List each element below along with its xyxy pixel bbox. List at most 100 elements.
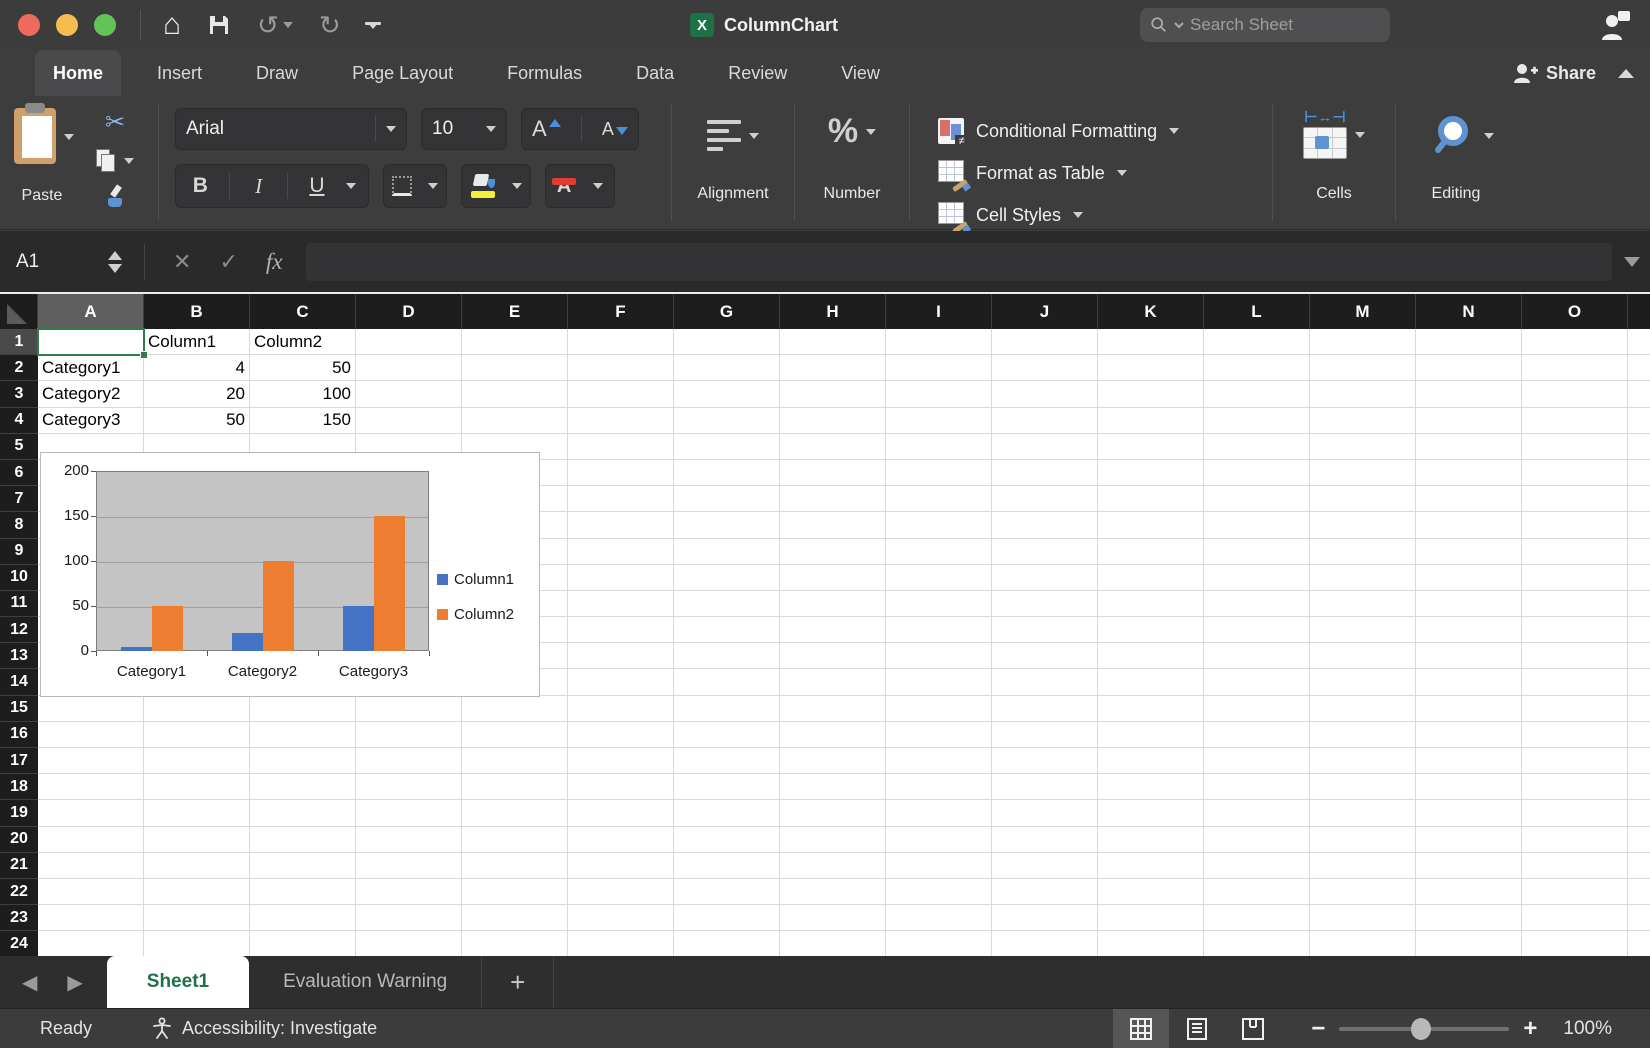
cell-N14[interactable] bbox=[1416, 669, 1522, 695]
cell-L21[interactable] bbox=[1204, 853, 1310, 879]
cell-G23[interactable] bbox=[674, 905, 780, 931]
cell-A4[interactable]: Category3 bbox=[38, 408, 144, 434]
cell-L19[interactable] bbox=[1204, 800, 1310, 826]
cell-K6[interactable] bbox=[1098, 460, 1204, 486]
cell-F6[interactable] bbox=[568, 460, 674, 486]
cell-M17[interactable] bbox=[1310, 748, 1416, 774]
cell-J23[interactable] bbox=[992, 905, 1098, 931]
cell-L15[interactable] bbox=[1204, 696, 1310, 722]
cell-G10[interactable] bbox=[674, 565, 780, 591]
cell-G7[interactable] bbox=[674, 486, 780, 512]
cell-M24[interactable] bbox=[1310, 931, 1416, 957]
cell-M6[interactable] bbox=[1310, 460, 1416, 486]
copy-button[interactable] bbox=[96, 149, 134, 173]
cell-L22[interactable] bbox=[1204, 879, 1310, 905]
collapse-ribbon-icon[interactable] bbox=[1618, 69, 1634, 78]
tab-formulas[interactable]: Formulas bbox=[489, 53, 600, 94]
cell-O16[interactable] bbox=[1522, 722, 1628, 748]
cell-N4[interactable] bbox=[1416, 408, 1522, 434]
cell-D18[interactable] bbox=[356, 774, 462, 800]
zoom-window-button[interactable] bbox=[94, 14, 116, 36]
column-header-C[interactable]: C bbox=[250, 294, 356, 329]
cell-O20[interactable] bbox=[1522, 827, 1628, 853]
cell-A15[interactable] bbox=[38, 696, 144, 722]
cell-H21[interactable] bbox=[780, 853, 886, 879]
cell-K17[interactable] bbox=[1098, 748, 1204, 774]
redo-button[interactable]: ↻ bbox=[319, 12, 341, 38]
cell-J9[interactable] bbox=[992, 539, 1098, 565]
row-header-6[interactable]: 6 bbox=[0, 460, 38, 486]
cell-M14[interactable] bbox=[1310, 669, 1416, 695]
cell-I8[interactable] bbox=[886, 512, 992, 538]
cell-F3[interactable] bbox=[568, 381, 674, 407]
cell-I5[interactable] bbox=[886, 434, 992, 460]
customize-toolbar-icon[interactable] bbox=[367, 22, 379, 29]
cell-N23[interactable] bbox=[1416, 905, 1522, 931]
fill-color-dropdown-icon[interactable] bbox=[512, 183, 522, 189]
cell-J11[interactable] bbox=[992, 591, 1098, 617]
style-dropdown-icon[interactable] bbox=[1117, 170, 1127, 176]
undo-button[interactable]: ↺ bbox=[257, 12, 293, 38]
column-header-A[interactable]: A bbox=[38, 294, 144, 329]
cell-K13[interactable] bbox=[1098, 643, 1204, 669]
tab-draw[interactable]: Draw bbox=[238, 53, 316, 94]
cell-J1[interactable] bbox=[992, 329, 1098, 355]
cell-E3[interactable] bbox=[462, 381, 568, 407]
cell-E4[interactable] bbox=[462, 408, 568, 434]
cell-M23[interactable] bbox=[1310, 905, 1416, 931]
cancel-entry-icon[interactable]: ✕ bbox=[173, 249, 191, 275]
cell-C19[interactable] bbox=[250, 800, 356, 826]
cell-K24[interactable] bbox=[1098, 931, 1204, 957]
cell-I1[interactable] bbox=[886, 329, 992, 355]
cell-K10[interactable] bbox=[1098, 565, 1204, 591]
column-header-G[interactable]: G bbox=[674, 294, 780, 329]
cell-J8[interactable] bbox=[992, 512, 1098, 538]
tab-view[interactable]: View bbox=[823, 53, 898, 94]
cell-J12[interactable] bbox=[992, 617, 1098, 643]
cell-A23[interactable] bbox=[38, 905, 144, 931]
cell-D21[interactable] bbox=[356, 853, 462, 879]
font-name-dropdown-icon[interactable] bbox=[386, 126, 396, 132]
cell-N10[interactable] bbox=[1416, 565, 1522, 591]
cell-L7[interactable] bbox=[1204, 486, 1310, 512]
chart-bar-column2-category2[interactable] bbox=[263, 561, 294, 651]
cell-H18[interactable] bbox=[780, 774, 886, 800]
cell-B2[interactable]: 4 bbox=[144, 355, 250, 381]
cell-I16[interactable] bbox=[886, 722, 992, 748]
cell-I21[interactable] bbox=[886, 853, 992, 879]
undo-dropdown-icon[interactable] bbox=[283, 22, 293, 28]
row-header-8[interactable]: 8 bbox=[0, 512, 38, 538]
cell-M7[interactable] bbox=[1310, 486, 1416, 512]
cell-L20[interactable] bbox=[1204, 827, 1310, 853]
bold-button[interactable]: B bbox=[180, 174, 220, 198]
zoom-in-button[interactable]: + bbox=[1523, 1015, 1537, 1043]
cell-J22[interactable] bbox=[992, 879, 1098, 905]
cell-styles-button[interactable]: Cell Styles bbox=[938, 194, 1272, 236]
cell-G9[interactable] bbox=[674, 539, 780, 565]
cell-O17[interactable] bbox=[1522, 748, 1628, 774]
cell-M20[interactable] bbox=[1310, 827, 1416, 853]
paste-button[interactable] bbox=[14, 108, 74, 164]
alignment-group[interactable]: Alignment bbox=[672, 96, 794, 229]
cell-K12[interactable] bbox=[1098, 617, 1204, 643]
cell-O24[interactable] bbox=[1522, 931, 1628, 957]
normal-view-button[interactable] bbox=[1113, 1009, 1169, 1048]
cell-C4[interactable]: 150 bbox=[250, 408, 356, 434]
cell-N22[interactable] bbox=[1416, 879, 1522, 905]
cell-K22[interactable] bbox=[1098, 879, 1204, 905]
cell-O1[interactable] bbox=[1522, 329, 1628, 355]
underline-dropdown-icon[interactable] bbox=[346, 183, 356, 189]
cell-E20[interactable] bbox=[462, 827, 568, 853]
cell-L17[interactable] bbox=[1204, 748, 1310, 774]
cell-E23[interactable] bbox=[462, 905, 568, 931]
cell-O19[interactable] bbox=[1522, 800, 1628, 826]
cell-A16[interactable] bbox=[38, 722, 144, 748]
cell-M15[interactable] bbox=[1310, 696, 1416, 722]
cell-N6[interactable] bbox=[1416, 460, 1522, 486]
cell-O3[interactable] bbox=[1522, 381, 1628, 407]
cell-E24[interactable] bbox=[462, 931, 568, 957]
cell-O18[interactable] bbox=[1522, 774, 1628, 800]
cell-J20[interactable] bbox=[992, 827, 1098, 853]
cell-D19[interactable] bbox=[356, 800, 462, 826]
cell-J24[interactable] bbox=[992, 931, 1098, 957]
